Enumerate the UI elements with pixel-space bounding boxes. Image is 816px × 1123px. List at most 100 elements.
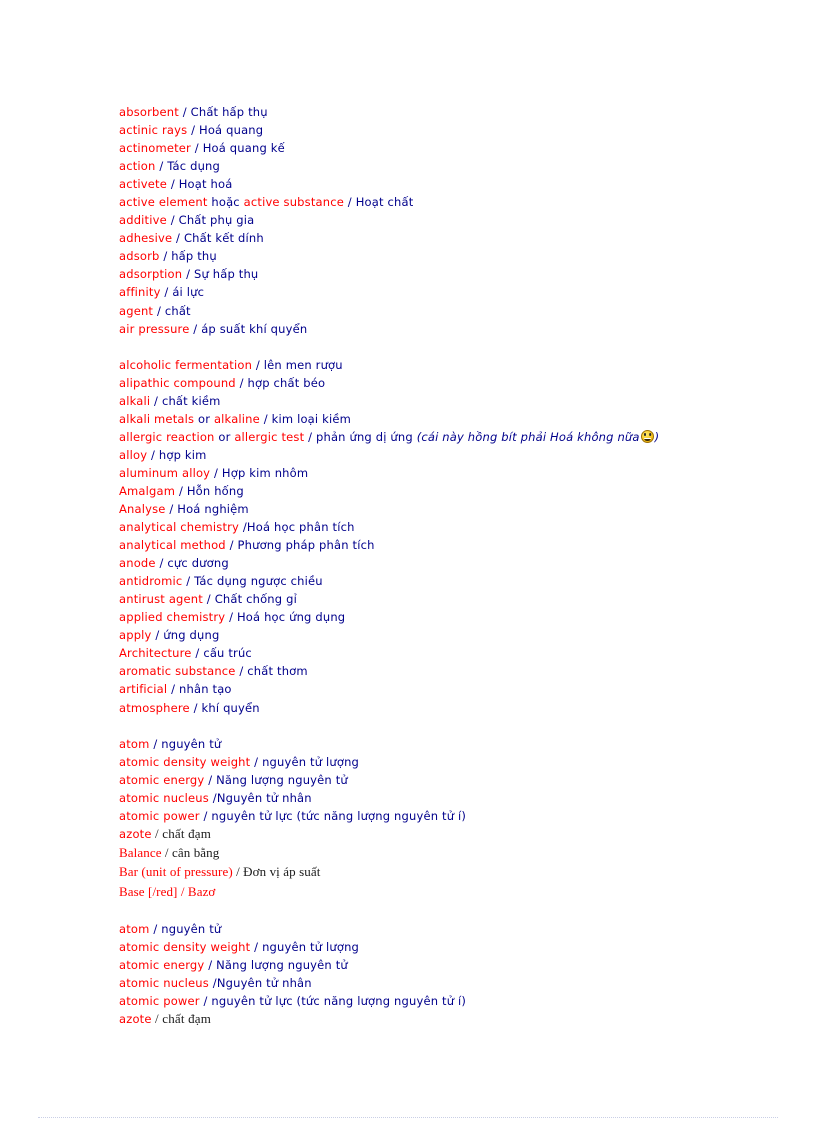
entry-vietnamese-gloss: chất thơm (247, 664, 308, 679)
entry-english-term: alcoholic fermentation (119, 357, 253, 372)
entry-english-term: action (119, 159, 156, 174)
glossary-entry: atomic density weight / nguyên tử lượng (119, 938, 719, 956)
entry-vietnamese-gloss: Hoạt chất (355, 195, 414, 210)
glossary-entry: Architecture / cấu trúc (119, 644, 719, 662)
entry-separator: / (210, 465, 222, 480)
entry-english-term: absorbent (119, 105, 179, 119)
entry-separator: / (182, 574, 195, 589)
entry-vietnamese-gloss: cực dương (167, 556, 229, 571)
entry-author-note-tail: ) (654, 429, 660, 444)
entry-separator: / (147, 447, 159, 462)
entry-vietnamese-gloss: Nguyên tử nhân (216, 790, 312, 805)
glossary-entry: antidromic / Tác dụng ngược chiều (119, 572, 719, 590)
glossary-entry: atomic nucleus /Nguyên tử nhân (119, 789, 719, 807)
glossary-entry: antirust agent / Chất chống gỉ (119, 590, 719, 608)
entry-vietnamese-gloss: hợp chất béo (247, 375, 326, 390)
entry-vietnamese-gloss: chất (164, 303, 191, 318)
glossary-entry: allergic reaction or allergic test / phả… (119, 428, 719, 446)
entry-separator: / (190, 141, 203, 156)
entry-separator: / (202, 592, 215, 607)
glossary-entry: applied chemistry / Hoá học ứng dụng (119, 608, 719, 626)
glossary-entry: azote / chất đạm (119, 825, 719, 843)
glossary-list: absorbent / Chất hấp thụ actinic rays / H… (119, 103, 719, 1028)
glossary-entry: affinity / ái lực (119, 283, 719, 301)
entry-separator: / (175, 483, 187, 498)
entry-english-term: alkali (119, 393, 151, 408)
entry-separator: / (239, 520, 247, 535)
glossary-entry: air pressure / áp suất khí quyển (119, 320, 719, 338)
entry-english-term: atomic power (119, 993, 200, 1008)
glossary-entry: actinometer / Hoá quang kế (119, 139, 719, 157)
glossary-entry: atomic energy / Năng lượng nguyên tử (119, 956, 719, 974)
entry-vietnamese-gloss: Chất hấp thụ (190, 105, 268, 119)
entry-vietnamese-gloss: Nguyên tử nhân (216, 975, 312, 990)
entry-separator: / (149, 736, 162, 751)
entry-separator: / (189, 321, 202, 336)
entry-separator: / (167, 682, 180, 697)
entry-conjunction: or (194, 411, 214, 426)
entry-english-term: atomic power (119, 808, 200, 823)
glossary-entry: atomic nucleus /Nguyên tử nhân (119, 974, 719, 992)
entry-vietnamese-gloss: Hoá học phân tích (246, 520, 355, 535)
glossary-entry: activete / Hoạt hoá (119, 175, 719, 193)
entry-separator: / (199, 993, 212, 1008)
entry-english-term: atomic density weight (119, 939, 251, 954)
entry-english-term: anode (119, 556, 156, 571)
glossary-entry: anode / cực dương (119, 554, 719, 572)
entry-separator: / (177, 884, 188, 900)
entry-vietnamese-gloss: Sự hấp thụ (193, 267, 259, 282)
entry-english-term: affinity (119, 285, 161, 300)
entry-vietnamese-gloss: ái lực (172, 285, 205, 300)
entry-separator: / (182, 267, 194, 282)
entry-separator: / (150, 393, 162, 408)
entry-separator: / (166, 177, 179, 192)
entry-separator: / (151, 1010, 163, 1026)
entry-vietnamese-gloss: Hoá học ứng dụng (236, 610, 346, 625)
glossary-entry: alkali metals or alkaline / kim loại kiề… (119, 410, 719, 428)
entry-english-term: active element (119, 195, 208, 210)
glossary-entry: apply / ứng dụng (119, 626, 719, 644)
entry-separator: / (172, 231, 184, 246)
entry-separator: / (208, 975, 217, 990)
entry-author-note: (cái này hồng bít phải Hoá không nữa (416, 429, 640, 444)
entry-vietnamese-gloss: nguyên tử lượng (262, 939, 360, 954)
entry-english-term-alt: allergic test (234, 429, 305, 444)
entry-separator: / (225, 538, 238, 553)
glossary-entry: additive / Chất phụ gia (119, 211, 719, 229)
entry-separator: / (165, 501, 178, 516)
entry-vietnamese-gloss: Hoá quang kế (202, 141, 285, 156)
glossary-entry: adsorption / Sự hấp thụ (119, 265, 719, 283)
grinning-face-icon (640, 429, 654, 443)
glossary-entry: azote / chất đạm (119, 1010, 719, 1028)
entry-vietnamese-gloss: kim loại kiềm (271, 411, 351, 426)
entry-separator: / (235, 375, 248, 390)
entry-english-term: additive (119, 213, 167, 228)
entry-english-term: Amalgam (119, 483, 176, 498)
entry-separator: / (151, 628, 164, 643)
entry-separator: / (235, 664, 248, 679)
glossary-entry: alcoholic fermentation / lên men rượu (119, 356, 719, 374)
entry-english-term: Bar (unit of pressure) (119, 864, 233, 880)
entry-vietnamese-gloss: nguyên tử lực (tức năng lượng nguyên tử … (211, 808, 467, 823)
entry-conjunction: hoặc (207, 195, 244, 210)
glossary-entry: alipathic compound / hợp chất béo (119, 374, 719, 392)
entry-english-term: allergic reaction (119, 429, 215, 444)
entry-english-term: adhesive (119, 231, 173, 246)
glossary-entry: aromatic substance / chất thơm (119, 662, 719, 680)
entry-separator: / (153, 303, 165, 318)
entry-vietnamese-gloss: Hoá quang (199, 123, 264, 138)
entry-vietnamese-gloss: Năng lượng nguyên tử (216, 772, 348, 787)
glossary-entry: artificial / nhân tạo (119, 680, 719, 698)
entry-separator: / (155, 159, 168, 174)
entry-english-term: atom (119, 736, 150, 751)
entry-vietnamese-gloss: Chất kết dính (183, 231, 264, 246)
entry-vietnamese-gloss: cân bằng (172, 844, 220, 860)
entry-vietnamese-gloss: chất đạm (162, 825, 211, 841)
entry-vietnamese-gloss: Hợp kim nhôm (221, 465, 309, 480)
entry-vietnamese-gloss: Hoạt hoá (178, 177, 233, 192)
entry-english-term: agent (119, 303, 154, 318)
entry-separator: / (149, 921, 162, 936)
entry-separator: / (159, 249, 172, 264)
glossary-entry: adsorb / hấp thụ (119, 247, 719, 265)
